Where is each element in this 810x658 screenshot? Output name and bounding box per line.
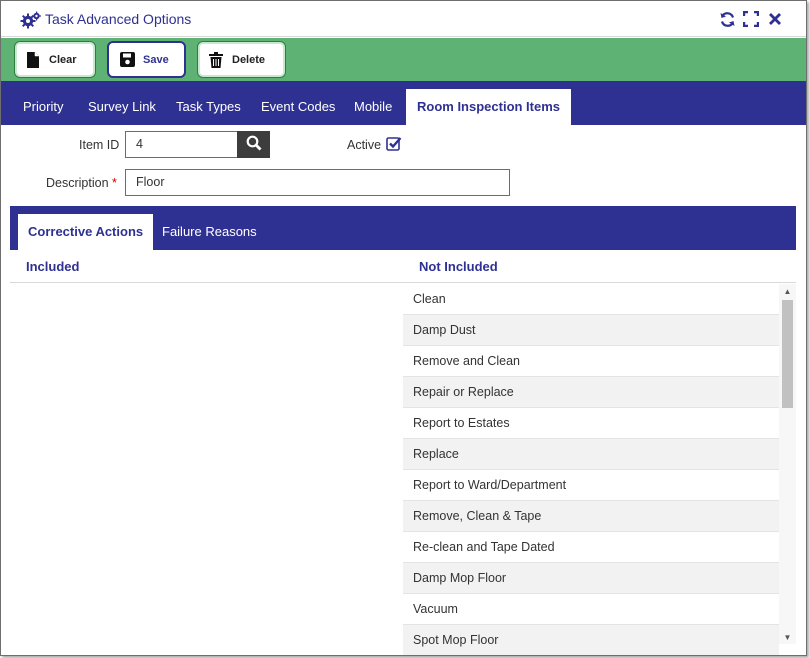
save-icon xyxy=(119,52,135,68)
list-item[interactable]: Remove, Clean & Tape xyxy=(403,501,779,532)
not-included-header: Not Included xyxy=(419,259,498,274)
list-scrollbar[interactable]: ▲ ▼ xyxy=(779,284,796,644)
description-field[interactable]: Floor xyxy=(125,169,510,196)
clear-label: Clear xyxy=(49,53,77,66)
list-item[interactable]: Repair or Replace xyxy=(403,377,779,408)
sub-tabs: Corrective Actions Failure Reasons xyxy=(10,206,796,250)
header-divider xyxy=(10,282,796,283)
list-item[interactable]: Vacuum xyxy=(403,594,779,625)
list-item[interactable]: Replace xyxy=(403,439,779,470)
file-icon xyxy=(25,51,41,68)
not-included-list[interactable]: Clean Damp Dust Remove and Clean Repair or … xyxy=(403,284,779,655)
list-item[interactable]: Re-clean and Tape Dated xyxy=(403,532,779,563)
tab-mobile[interactable]: Mobile xyxy=(354,89,392,125)
tab-corrective-actions[interactable]: Corrective Actions xyxy=(18,214,154,250)
item-form: Item ID 4 Active Description * Floor xyxy=(1,125,806,206)
list-item[interactable]: Spot Mop Floor xyxy=(403,625,779,655)
scrollbar-thumb[interactable] xyxy=(782,300,793,408)
list-item[interactable]: Damp Mop Floor xyxy=(403,563,779,594)
list-item[interactable]: Report to Estates xyxy=(403,408,779,439)
list-item[interactable]: Remove and Clean xyxy=(403,346,779,377)
clear-button[interactable]: Clear xyxy=(14,41,96,78)
description-label: Description * xyxy=(46,176,117,190)
list-item[interactable]: Report to Ward/Department xyxy=(403,470,779,501)
tab-room-inspection-items[interactable]: Room Inspection Items xyxy=(406,89,572,125)
window-title: Task Advanced Options xyxy=(45,11,192,27)
action-toolbar: Clear Save Delete xyxy=(1,38,806,81)
list-item[interactable]: Damp Dust xyxy=(403,315,779,346)
delete-label: Delete xyxy=(232,53,266,66)
save-button[interactable]: Save xyxy=(107,41,186,78)
scroll-down-arrow-icon[interactable]: ▼ xyxy=(779,630,796,644)
main-tabs: Priority Survey Link Task Types Event Co… xyxy=(1,81,806,125)
scroll-up-arrow-icon[interactable]: ▲ xyxy=(779,284,796,298)
window-actions xyxy=(718,10,784,28)
tab-survey-link[interactable]: Survey Link xyxy=(88,89,156,125)
refresh-icon[interactable] xyxy=(718,10,736,28)
close-icon[interactable] xyxy=(766,10,784,28)
fullscreen-icon[interactable] xyxy=(742,10,760,28)
save-label: Save xyxy=(143,53,169,66)
included-header: Included xyxy=(26,259,80,274)
tab-task-types[interactable]: Task Types xyxy=(176,89,241,125)
delete-button[interactable]: Delete xyxy=(197,41,286,78)
gears-icon xyxy=(20,11,42,29)
tab-priority[interactable]: Priority xyxy=(23,89,63,125)
tab-event-codes[interactable]: Event Codes xyxy=(261,89,335,125)
tab-failure-reasons[interactable]: Failure Reasons xyxy=(162,214,257,250)
active-checkbox[interactable] xyxy=(386,136,402,152)
active-label: Active xyxy=(347,138,382,152)
item-id-label: Item ID xyxy=(79,138,120,152)
search-button[interactable] xyxy=(237,131,270,158)
trash-icon xyxy=(208,51,224,68)
title-bar: Task Advanced Options xyxy=(1,1,806,37)
search-icon xyxy=(246,135,262,154)
item-id-field[interactable]: 4 xyxy=(125,131,238,158)
task-advanced-options-dialog: Task Advanced Options Clear Save Delete … xyxy=(0,0,807,656)
list-item[interactable]: Clean xyxy=(403,284,779,315)
included-list[interactable] xyxy=(10,284,400,655)
required-marker: * xyxy=(112,176,117,190)
